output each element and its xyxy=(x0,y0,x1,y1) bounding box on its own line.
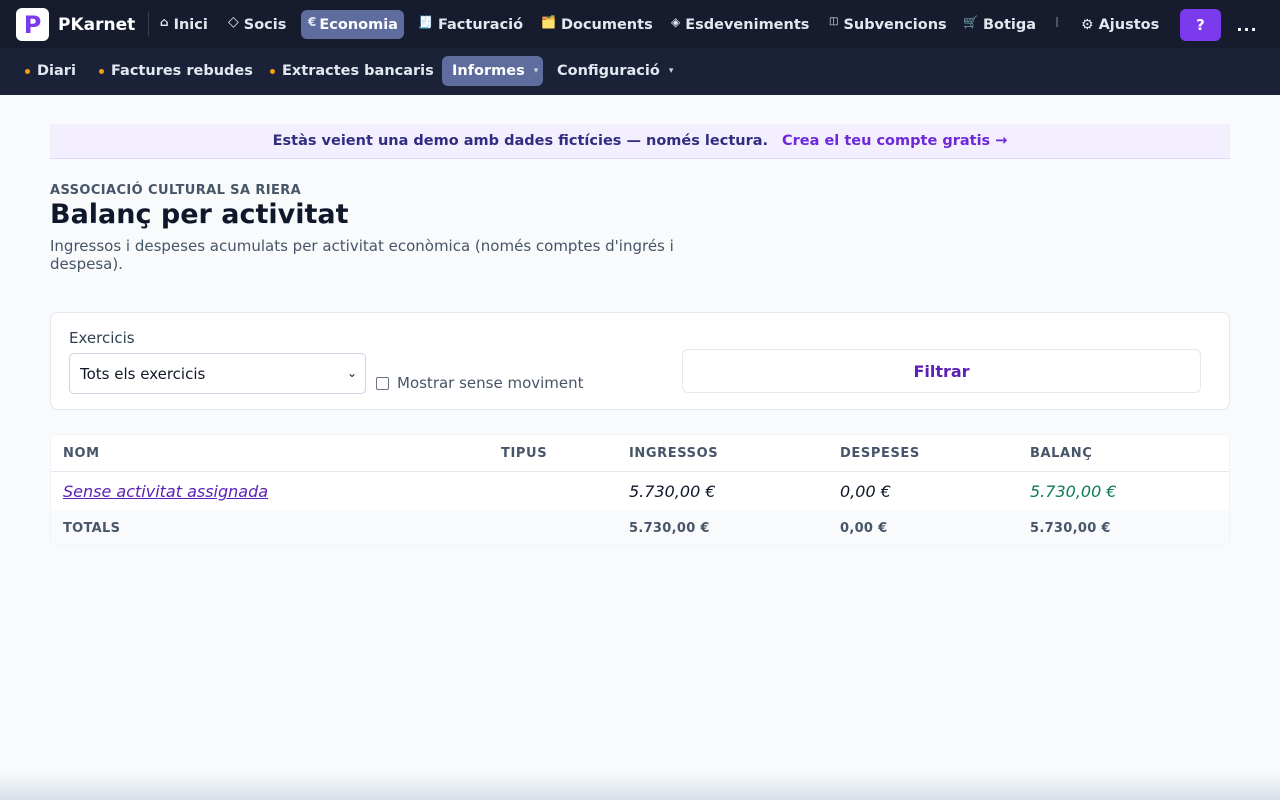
expense-value: 0,00 € xyxy=(840,482,891,501)
event-icon: ◈ xyxy=(671,14,681,29)
activity-balance-table: NOM TIPUS INGRESSOS DESPESES BALANÇ Sens… xyxy=(50,434,1230,546)
nav-item-ajustos[interactable]: ⚙ Ajustos xyxy=(1073,10,1167,39)
subnav-item-label: Informes xyxy=(452,63,525,79)
totals-label: TOTALS xyxy=(63,521,121,536)
column-header-nom[interactable]: NOM xyxy=(63,446,100,461)
more-menu-button[interactable]: ... xyxy=(1234,12,1260,38)
nav-item-label: Ajustos xyxy=(1098,16,1160,33)
table-row: Sense activitat assignada 5.730,00 € 0,0… xyxy=(51,472,1229,510)
show-empty-toggle[interactable]: Mostrar sense moviment xyxy=(376,374,584,392)
bullet-icon xyxy=(270,68,275,74)
brand[interactable]: P PKarnet xyxy=(16,8,135,41)
chevron-down-icon: ⌄ xyxy=(346,366,357,380)
nav-item-label: Economia xyxy=(319,16,398,33)
show-empty-checkbox[interactable] xyxy=(376,376,389,390)
exercise-select-label: Exercicis xyxy=(69,329,135,347)
nav-item-socis[interactable]: ◇ Socis xyxy=(220,10,294,39)
nav-item-documents[interactable]: 🗂️ Documents xyxy=(533,10,661,39)
chevron-down-icon: ▾ xyxy=(533,66,539,76)
cart-icon: 🛒 xyxy=(963,14,978,29)
subnav-item-factures-rebudes[interactable]: Factures rebudes xyxy=(90,56,262,86)
nav-item-label: Documents xyxy=(560,16,653,33)
filter-panel: Exercicis Tots els exercicis ⌄ Mostrar s… xyxy=(50,312,1230,410)
euro-icon: € xyxy=(308,14,317,29)
top-navbar: P PKarnet ⌂ Inici ◇ Socis € Economia 🧾 F… xyxy=(0,0,1280,48)
nav-divider xyxy=(1056,17,1058,27)
nav-item-facturacio[interactable]: 🧾 Facturació xyxy=(410,10,531,39)
exercise-select-value: Tots els exercicis xyxy=(80,364,206,383)
demo-banner-text: Estàs veient una demo amb dades fictície… xyxy=(272,133,769,149)
folder-icon: 🗂️ xyxy=(541,14,556,29)
nav-item-label: Inici xyxy=(173,16,208,33)
filter-button[interactable]: Filtrar xyxy=(682,349,1201,393)
subnav-item-configuracio[interactable]: Configuració ▾ xyxy=(547,56,683,86)
home-icon: ⌂ xyxy=(160,14,169,29)
totals-expense: 0,00 € xyxy=(840,521,888,536)
chevron-down-icon: ▾ xyxy=(668,66,674,76)
nav-item-inici[interactable]: ⌂ Inici xyxy=(152,10,216,39)
nav-item-label: Facturació xyxy=(437,16,524,33)
exercise-select[interactable]: Tots els exercicis ⌄ xyxy=(69,353,366,394)
sub-navbar: Diari Factures rebudes Extractes bancari… xyxy=(0,48,1280,95)
subnav-item-informes[interactable]: Informes ▾ xyxy=(442,56,543,86)
nav-item-economia[interactable]: € Economia xyxy=(301,10,404,39)
totals-balance: 5.730,00 € xyxy=(1030,521,1111,536)
totals-row: TOTALS 5.730,00 € 0,00 € 5.730,00 € xyxy=(51,510,1229,545)
income-value: 5.730,00 € xyxy=(629,482,716,501)
subnav-item-diari[interactable]: Diari xyxy=(16,56,85,86)
balance-value: 5.730,00 € xyxy=(1030,482,1117,501)
organization-name: ASSOCIACIÓ CULTURAL SA RIERA xyxy=(50,183,302,198)
column-header-despeses[interactable]: DESPESES xyxy=(840,446,920,461)
page-description: Ingressos i despeses acumulats per activ… xyxy=(50,237,674,273)
nav-item-label: Socis xyxy=(243,16,287,33)
subnav-item-extractes-bancaris[interactable]: Extractes bancaris xyxy=(261,56,443,86)
diamond-icon: ◇ xyxy=(228,13,239,30)
demo-banner: Estàs veient una demo amb dades fictície… xyxy=(50,124,1230,159)
create-account-link[interactable]: Crea el teu compte gratis → xyxy=(782,133,1007,149)
nav-item-label: Esdeveniments xyxy=(685,16,810,33)
nav-item-esdeveniments[interactable]: ◈ Esdeveniments xyxy=(663,10,817,39)
nav-item-label: Subvencions xyxy=(843,16,947,33)
bullet-icon xyxy=(25,68,30,74)
receipt-icon: 🧾 xyxy=(418,14,433,29)
column-header-balanc[interactable]: BALANÇ xyxy=(1030,446,1092,461)
bullet-icon xyxy=(99,68,104,74)
app-logo: P xyxy=(16,8,49,41)
column-header-tipus[interactable]: TIPUS xyxy=(501,446,547,461)
subnav-item-label: Factures rebudes xyxy=(111,63,253,79)
help-button[interactable]: ? xyxy=(1180,9,1221,41)
totals-income: 5.730,00 € xyxy=(629,521,710,536)
bottom-shadow xyxy=(0,772,1280,800)
nav-item-label: Botiga xyxy=(982,16,1037,33)
show-empty-label: Mostrar sense moviment xyxy=(397,374,584,392)
activity-name-link[interactable]: Sense activitat assignada xyxy=(63,482,268,501)
nav-item-subvencions[interactable]: ◫ Subvencions xyxy=(821,10,955,39)
subnav-item-label: Extractes bancaris xyxy=(282,63,434,79)
column-header-ingressos[interactable]: INGRESSOS xyxy=(629,446,718,461)
subnav-item-label: Diari xyxy=(37,63,76,79)
app-name: PKarnet xyxy=(58,14,136,35)
nav-item-botiga[interactable]: 🛒 Botiga xyxy=(955,10,1044,39)
gear-icon: ⚙ xyxy=(1081,16,1094,33)
subnav-item-label: Configuració xyxy=(557,63,660,79)
brand-divider xyxy=(148,12,149,36)
grant-icon: ◫ xyxy=(829,16,839,27)
page-title: Balanç per activitat xyxy=(50,199,349,230)
